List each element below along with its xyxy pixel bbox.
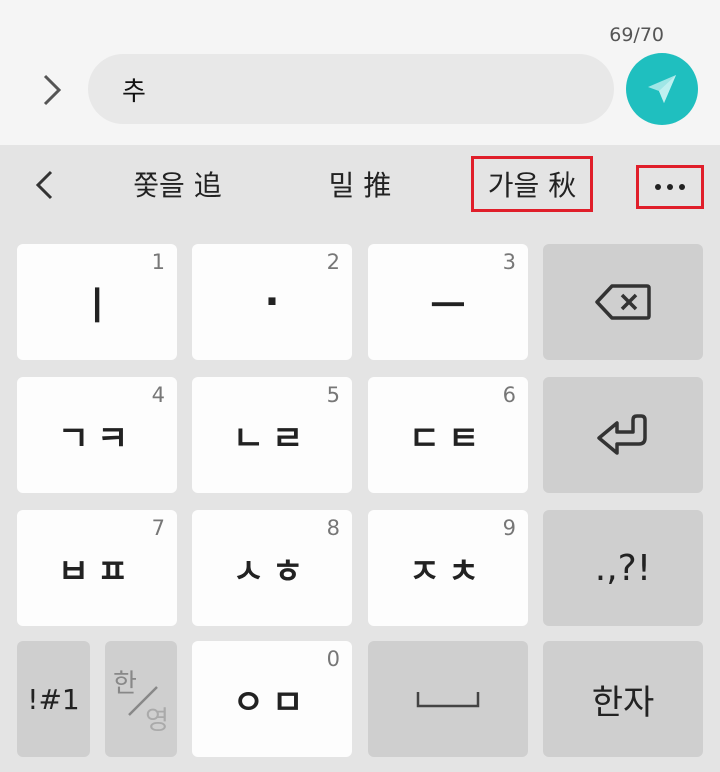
key-number: 3 <box>502 250 516 274</box>
key-number: 1 <box>151 250 165 274</box>
char-counter: 69/70 <box>609 24 664 46</box>
send-button[interactable] <box>626 53 698 125</box>
suggestion-bar: 쫓을 追 밀 推 가을 秋 <box>0 145 720 223</box>
enter-icon <box>597 414 647 455</box>
key-label: ㄴㄹ <box>232 418 312 459</box>
key-label: ㅈㅊ <box>408 551 488 592</box>
suggestion-item-highlighted[interactable]: 가을 秋 <box>471 156 593 212</box>
key-number: 2 <box>326 250 340 274</box>
key-label: ㄷㅌ <box>408 418 488 459</box>
key-bp[interactable]: 7 ㅂㅍ <box>17 510 177 626</box>
keyboard: 1 ㅣ 2 · 3 ㅡ 4 ㄱㅋ 5 ㄴㄹ 6 ㄷㅌ 7 ㅂㅍ 8 ㅅㅎ 9 ㅈ… <box>0 223 720 772</box>
symbols-key[interactable]: !#1 <box>17 641 90 757</box>
backspace-icon <box>595 284 651 320</box>
key-eu[interactable]: 3 ㅡ <box>368 244 528 360</box>
chevron-left-icon <box>35 170 53 200</box>
message-input[interactable]: 추 <box>88 54 614 124</box>
chevron-right-icon <box>43 74 62 106</box>
hanja-key[interactable]: 한자 <box>543 641 703 757</box>
key-number: 6 <box>502 383 516 407</box>
key-label: · <box>264 279 280 325</box>
key-nr[interactable]: 5 ㄴㄹ <box>192 377 352 493</box>
language-switch-label: 한 영 <box>105 641 177 757</box>
key-om[interactable]: 0 ㅇㅁ <box>192 641 352 757</box>
message-composer: 69/70 추 <box>0 0 720 145</box>
suggestion-item[interactable]: 밀 推 <box>300 160 420 208</box>
punctuation-key[interactable]: .,?! <box>543 510 703 626</box>
key-number: 7 <box>151 516 165 540</box>
key-sh[interactable]: 8 ㅅㅎ <box>192 510 352 626</box>
suggestion-back-button[interactable] <box>24 165 64 205</box>
key-gk[interactable]: 4 ㄱㅋ <box>17 377 177 493</box>
space-key[interactable] <box>368 641 528 757</box>
young-label: 영 <box>145 706 169 736</box>
more-suggestions-button[interactable] <box>636 165 704 209</box>
key-label: ㅣ <box>79 283 115 328</box>
key-number: 0 <box>326 647 340 671</box>
expand-button[interactable] <box>32 70 72 110</box>
key-label: .,?! <box>594 547 652 589</box>
key-label: ㅂㅍ <box>57 551 137 592</box>
space-bar-icon <box>416 692 480 708</box>
key-label: ㅇㅁ <box>232 682 312 723</box>
key-dot[interactable]: 2 · <box>192 244 352 360</box>
key-label: ㅅㅎ <box>232 551 312 592</box>
language-switch-key[interactable]: 한 영 <box>105 641 177 757</box>
paper-plane-icon <box>648 75 676 103</box>
key-number: 5 <box>326 383 340 407</box>
key-dt[interactable]: 6 ㄷㅌ <box>368 377 528 493</box>
enter-key[interactable] <box>543 377 703 493</box>
key-jch[interactable]: 9 ㅈㅊ <box>368 510 528 626</box>
suggestion-item[interactable]: 쫓을 追 <box>110 160 245 208</box>
key-number: 4 <box>151 383 165 407</box>
backspace-key[interactable] <box>543 244 703 360</box>
key-number: 9 <box>502 516 516 540</box>
key-label: 한자 <box>591 682 655 723</box>
key-i[interactable]: 1 ㅣ <box>17 244 177 360</box>
key-number: 8 <box>326 516 340 540</box>
message-text: 추 <box>122 76 146 107</box>
more-horizontal-icon <box>652 184 688 190</box>
key-label: ㄱㅋ <box>57 418 137 459</box>
key-label: ㅡ <box>430 283 466 328</box>
key-label: !#1 <box>27 682 80 716</box>
